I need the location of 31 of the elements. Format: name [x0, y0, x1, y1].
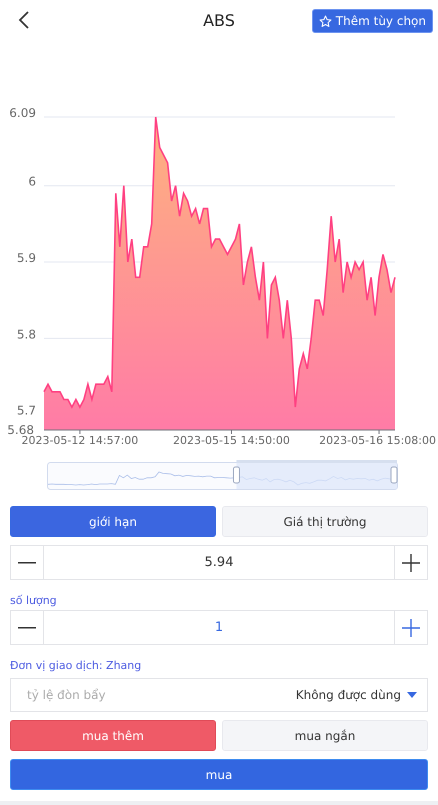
order-type-tab[interactable]: giới hạn — [10, 506, 216, 537]
quantity-label: số lượng — [10, 594, 57, 607]
add-favorite-button[interactable]: Thêm tùy chọn — [312, 9, 433, 33]
y-axis-label: 5.8 — [16, 327, 36, 342]
minus-icon — [18, 562, 36, 564]
direction-button[interactable]: mua ngắn — [222, 720, 428, 751]
y-axis-label: 5.68 — [7, 423, 34, 437]
y-axis-label: 6 — [28, 174, 36, 189]
price-input[interactable]: 5.94 — [44, 545, 394, 580]
x-axis-label: 2023-05-12 14:57:00 — [21, 434, 138, 447]
y-axis-label: 6.09 — [9, 106, 36, 120]
plus-icon — [402, 618, 420, 636]
decrease-button[interactable] — [10, 545, 44, 580]
minus-icon — [18, 626, 36, 628]
order-type-tab[interactable]: Giá thị trường — [222, 506, 428, 537]
decrease-button[interactable] — [10, 610, 44, 645]
y-axis-label: 5.9 — [16, 251, 36, 266]
x-axis-label: 2023-05-16 15:08:00 — [319, 434, 436, 447]
plus-icon — [402, 554, 420, 572]
increase-button[interactable] — [394, 545, 428, 580]
quantity-input[interactable]: 1 — [44, 610, 394, 645]
star-icon — [318, 14, 332, 28]
caret-icon — [407, 692, 417, 698]
leverage-select[interactable]: tỷ lệ đòn bẩy Không được dùng — [10, 678, 428, 712]
y-axis-label: 5.7 — [16, 404, 36, 418]
direction-button[interactable]: mua thêm — [10, 720, 216, 751]
buy-button[interactable]: mua — [10, 759, 428, 790]
page-title: ABS — [203, 10, 235, 30]
back-icon[interactable] — [18, 11, 30, 29]
x-axis-label: 2023-05-15 14:50:00 — [173, 434, 290, 447]
trade-unit-label: Đơn vị giao dịch: Zhang — [10, 659, 142, 672]
